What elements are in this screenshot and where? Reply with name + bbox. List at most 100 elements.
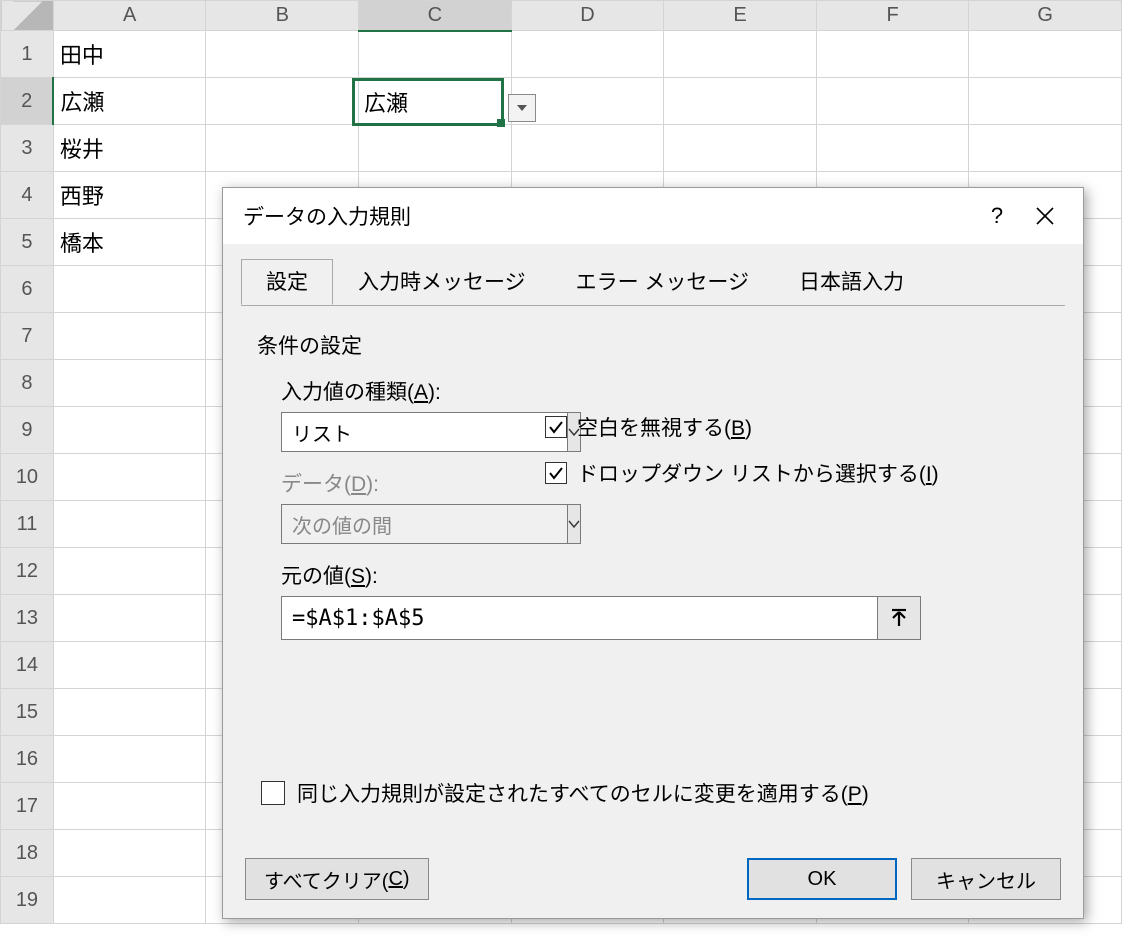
row-header-1[interactable]: 1 bbox=[1, 31, 54, 78]
row-header-18[interactable]: 18 bbox=[1, 830, 54, 877]
check-icon bbox=[548, 465, 564, 481]
allow-value[interactable] bbox=[281, 412, 567, 452]
cell-A12[interactable] bbox=[53, 548, 206, 595]
row-header-6[interactable]: 6 bbox=[1, 266, 54, 313]
cell-A5[interactable]: 橋本 bbox=[53, 219, 206, 266]
cell-A11[interactable] bbox=[53, 501, 206, 548]
in-cell-dropdown-checkbox[interactable]: ドロップダウン リストから選択する(I) bbox=[545, 458, 939, 488]
close-button[interactable] bbox=[1021, 196, 1069, 236]
cell-A1[interactable]: 田中 bbox=[53, 31, 206, 78]
cell-A14[interactable] bbox=[53, 642, 206, 689]
col-header-E[interactable]: E bbox=[664, 1, 817, 31]
row-header-11[interactable]: 11 bbox=[1, 501, 54, 548]
cell-A7[interactable] bbox=[53, 313, 206, 360]
cell-F3[interactable] bbox=[816, 125, 969, 172]
row-header-9[interactable]: 9 bbox=[1, 407, 54, 454]
source-refbox[interactable] bbox=[281, 596, 921, 640]
col-header-D[interactable]: D bbox=[511, 1, 664, 31]
row-header-16[interactable]: 16 bbox=[1, 736, 54, 783]
cell-D1[interactable] bbox=[511, 31, 664, 78]
select-all-corner[interactable] bbox=[1, 1, 54, 31]
cancel-button[interactable]: キャンセル bbox=[911, 858, 1061, 900]
button-bar: すべてクリア(C) OK キャンセル bbox=[223, 858, 1083, 900]
row-header-19[interactable]: 19 bbox=[1, 877, 54, 924]
cell-E3[interactable] bbox=[664, 125, 817, 172]
cell-A6[interactable] bbox=[53, 266, 206, 313]
ok-button[interactable]: OK bbox=[747, 858, 897, 900]
chevron-down-icon bbox=[568, 520, 580, 528]
cell-B1[interactable] bbox=[206, 31, 359, 78]
row-header-10[interactable]: 10 bbox=[1, 454, 54, 501]
row-header-4[interactable]: 4 bbox=[1, 172, 54, 219]
cell-A3[interactable]: 桜井 bbox=[53, 125, 206, 172]
row-header-8[interactable]: 8 bbox=[1, 360, 54, 407]
row-header-7[interactable]: 7 bbox=[1, 313, 54, 360]
ignore-blank-checkbox[interactable]: 空白を無視する(B) bbox=[545, 412, 939, 442]
cell-F2[interactable] bbox=[816, 78, 969, 125]
cell-A19[interactable] bbox=[53, 877, 206, 924]
cell-E1[interactable] bbox=[664, 31, 817, 78]
allow-combo[interactable] bbox=[281, 412, 531, 452]
col-header-A[interactable]: A bbox=[53, 1, 206, 31]
cell-C2-value[interactable]: 広瀬 bbox=[356, 78, 416, 118]
group-title: 条件の設定 bbox=[257, 330, 1083, 360]
row-header-17[interactable]: 17 bbox=[1, 783, 54, 830]
row-header-12[interactable]: 12 bbox=[1, 548, 54, 595]
cell-A13[interactable] bbox=[53, 595, 206, 642]
chevron-down-icon bbox=[517, 105, 527, 111]
dialog-titlebar: データの入力規則 ? bbox=[223, 188, 1083, 244]
cell-A16[interactable] bbox=[53, 736, 206, 783]
row-header-5[interactable]: 5 bbox=[1, 219, 54, 266]
cell-G1[interactable] bbox=[969, 31, 1122, 78]
cell-A17[interactable] bbox=[53, 783, 206, 830]
tab-error-alert[interactable]: エラー メッセージ bbox=[551, 259, 774, 305]
source-label: 元の値(S): bbox=[281, 560, 1049, 590]
cell-G3[interactable] bbox=[969, 125, 1122, 172]
cell-A8[interactable] bbox=[53, 360, 206, 407]
cell-A18[interactable] bbox=[53, 830, 206, 877]
cell-B2[interactable] bbox=[206, 78, 359, 125]
cell-A15[interactable] bbox=[53, 689, 206, 736]
dialog-title: データの入力規則 bbox=[243, 201, 973, 231]
close-icon bbox=[1036, 207, 1054, 225]
col-header-B[interactable]: B bbox=[206, 1, 359, 31]
col-header-G[interactable]: G bbox=[969, 1, 1122, 31]
cell-B3[interactable] bbox=[206, 125, 359, 172]
row-header-2[interactable]: 2 bbox=[1, 78, 54, 125]
check-icon bbox=[548, 419, 564, 435]
tab-strip: 設定 入力時メッセージ エラー メッセージ 日本語入力 bbox=[223, 244, 1083, 305]
tab-ime-mode[interactable]: 日本語入力 bbox=[774, 259, 929, 305]
row-header-3[interactable]: 3 bbox=[1, 125, 54, 172]
cell-E2[interactable] bbox=[664, 78, 817, 125]
apply-all-checkbox[interactable]: 同じ入力規則が設定されたすべてのセルに変更を適用する(P) bbox=[261, 778, 869, 808]
row-header-13[interactable]: 13 bbox=[1, 595, 54, 642]
tab-input-message[interactable]: 入力時メッセージ bbox=[333, 259, 551, 305]
in-cell-dropdown-label: ドロップダウン リストから選択する(I) bbox=[577, 458, 939, 488]
cell-A2[interactable]: 広瀬 bbox=[53, 78, 206, 125]
apply-all-label: 同じ入力規則が設定されたすべてのセルに変更を適用する(P) bbox=[297, 778, 869, 808]
data-value bbox=[281, 504, 567, 544]
clear-all-button[interactable]: すべてクリア(C) bbox=[245, 858, 429, 900]
data-validation-dialog: データの入力規則 ? 設定 入力時メッセージ エラー メッセージ 日本語入力 条… bbox=[222, 187, 1084, 919]
col-header-C[interactable]: C bbox=[359, 1, 512, 31]
form-area: 入力値の種類(A): データ(D): 空白を無視する(B) bbox=[223, 376, 1083, 640]
help-button[interactable]: ? bbox=[973, 196, 1021, 236]
row-header-14[interactable]: 14 bbox=[1, 642, 54, 689]
cell-A10[interactable] bbox=[53, 454, 206, 501]
tab-settings[interactable]: 設定 bbox=[241, 259, 333, 305]
cell-C1[interactable] bbox=[359, 31, 512, 78]
cell-C3[interactable] bbox=[359, 125, 512, 172]
cell-G2[interactable] bbox=[969, 78, 1122, 125]
allow-label: 入力値の種類(A): bbox=[281, 376, 1049, 406]
cell-A9[interactable] bbox=[53, 407, 206, 454]
cell-F1[interactable] bbox=[816, 31, 969, 78]
ignore-blank-label: 空白を無視する(B) bbox=[577, 412, 752, 442]
row-header-15[interactable]: 15 bbox=[1, 689, 54, 736]
cell-dropdown-button[interactable] bbox=[508, 94, 536, 122]
cell-A4[interactable]: 西野 bbox=[53, 172, 206, 219]
source-input[interactable] bbox=[281, 596, 878, 640]
cell-D3[interactable] bbox=[511, 125, 664, 172]
collapse-dialog-icon bbox=[890, 608, 908, 628]
range-picker-button[interactable] bbox=[877, 596, 921, 640]
col-header-F[interactable]: F bbox=[816, 1, 969, 31]
